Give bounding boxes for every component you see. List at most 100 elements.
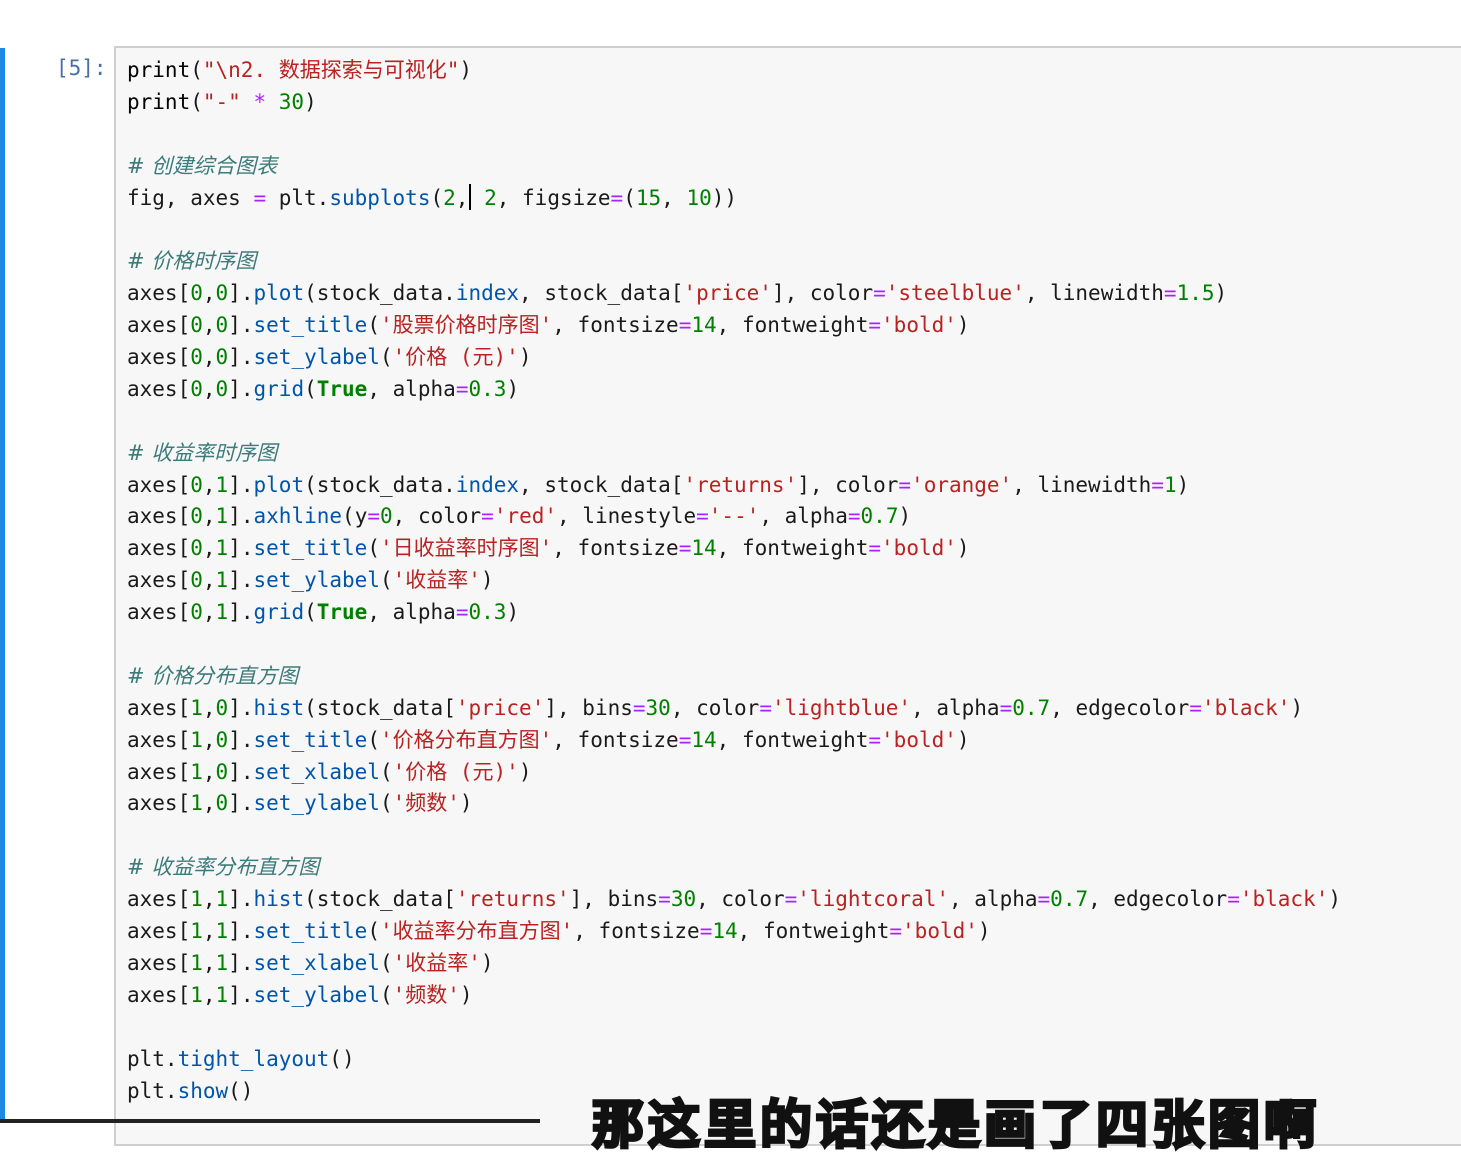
code-token: =: [1163, 281, 1177, 306]
code-token: hist: [253, 887, 305, 912]
code-token: # 价格时序图: [127, 249, 257, 274]
code-token: =: [610, 185, 624, 210]
code-token: =: [1151, 472, 1164, 497]
code-token: , fontweight: [716, 313, 869, 338]
code-token: =: [784, 887, 798, 912]
code-token: .: [240, 982, 254, 1007]
code-token: .: [240, 376, 254, 401]
code-token: ): [977, 919, 991, 944]
code-token: ): [898, 504, 912, 529]
code-token: 30: [670, 887, 697, 912]
code-token: 2: [443, 185, 456, 210]
code-token: axhline: [253, 504, 343, 529]
code-token: .: [240, 345, 254, 370]
code-token: "-": [202, 89, 241, 114]
code-cell-source[interactable]: print("\n2. 数据探索与可视化") print("-" * 30) # …: [127, 55, 1341, 1107]
code-token: ]: [228, 313, 241, 338]
code-token: ): [1176, 472, 1190, 497]
cell-execution-count: [5]:: [56, 56, 107, 80]
code-token: 0.7: [1012, 695, 1051, 720]
code-token: axes: [127, 727, 178, 752]
code-token: "\n2. 数据探索与可视化": [202, 58, 460, 82]
code-token: ,: [202, 982, 216, 1007]
code-token: 0: [190, 376, 203, 401]
video-progress-line: [0, 1119, 540, 1123]
code-token: ): [506, 600, 520, 625]
code-token: =: [658, 887, 671, 912]
code-token: , fontsize: [573, 919, 700, 944]
code-token: 2: [484, 185, 497, 210]
code-token: [: [177, 504, 191, 529]
code-token: [: [177, 345, 191, 370]
code-token: (: [304, 695, 317, 720]
code-token: set_ylabel: [253, 345, 380, 370]
code-token: set_title: [253, 727, 368, 752]
code-token: 1: [190, 695, 203, 720]
code-token: '--': [708, 504, 760, 529]
code-token: =: [889, 919, 903, 944]
code-token: .: [240, 281, 254, 306]
code-token: 14: [691, 727, 717, 752]
code-token: (: [304, 281, 317, 306]
code-token: hist: [253, 695, 305, 720]
code-token: ]: [228, 504, 241, 529]
code-token: axes: [127, 887, 178, 912]
code-token: 14: [691, 536, 717, 561]
code-token: (): [228, 1078, 254, 1103]
code-token: axes: [127, 504, 178, 529]
code-token: ]: [228, 950, 241, 975]
code-token: , linewidth: [1024, 281, 1164, 306]
code-token: 0: [190, 313, 203, 338]
code-token: ]: [228, 759, 241, 784]
code-token: 1: [190, 759, 203, 784]
code-token: =: [455, 600, 469, 625]
code-line: axes[1,1].set_title('收益率分布直方图', fontsize…: [127, 916, 1341, 948]
code-token: =: [759, 695, 772, 720]
code-token: axes: [127, 313, 178, 338]
code-token: '收益率分布直方图': [379, 919, 574, 944]
code-token: =: [367, 504, 380, 529]
code-token: 1: [215, 919, 229, 944]
code-token: ): [1328, 887, 1342, 912]
code-token: '价格 (元)': [392, 759, 519, 784]
code-token: 0: [215, 281, 229, 306]
code-token: 0: [215, 695, 229, 720]
code-token: ): [459, 982, 473, 1007]
code-token: , alpha: [367, 376, 456, 401]
code-line: plt.tight_layout(): [127, 1044, 1341, 1076]
code-token: .: [240, 568, 254, 593]
code-token: ,: [661, 185, 687, 210]
code-line: axes[1,1].set_xlabel('收益率'): [127, 948, 1341, 980]
code-token: '频数': [392, 982, 460, 1007]
code-token: 14: [691, 313, 717, 338]
code-token: ): [956, 536, 970, 561]
code-line: axes[0,0].set_ylabel('价格 (元)'): [127, 342, 1341, 374]
code-token: , color: [696, 887, 785, 912]
code-token: 0: [190, 568, 203, 593]
code-token: , fontweight: [737, 919, 890, 944]
code-token: axes: [127, 376, 178, 401]
code-token: [: [670, 472, 684, 497]
code-token: ]: [228, 887, 241, 912]
code-token: =: [873, 281, 886, 306]
code-token: =: [696, 504, 709, 529]
code-token: 0.3: [468, 376, 507, 401]
code-token: =: [1189, 695, 1202, 720]
code-token: set_ylabel: [253, 982, 380, 1007]
code-token: =: [1037, 887, 1051, 912]
code-token: , color: [784, 281, 874, 306]
code-token: , stock_data: [519, 281, 671, 306]
code-token: ): [518, 345, 532, 370]
code-token: 1: [190, 887, 203, 912]
code-token: 'black': [1239, 887, 1329, 912]
code-token: , color: [392, 504, 482, 529]
code-token: =: [678, 727, 692, 752]
code-token: index: [455, 472, 520, 497]
code-token: ,: [202, 345, 216, 370]
code-token: 1: [215, 568, 229, 593]
code-line: axes[1,0].hist(stock_data['price'], bins…: [127, 693, 1341, 725]
code-token: 0: [190, 536, 203, 561]
